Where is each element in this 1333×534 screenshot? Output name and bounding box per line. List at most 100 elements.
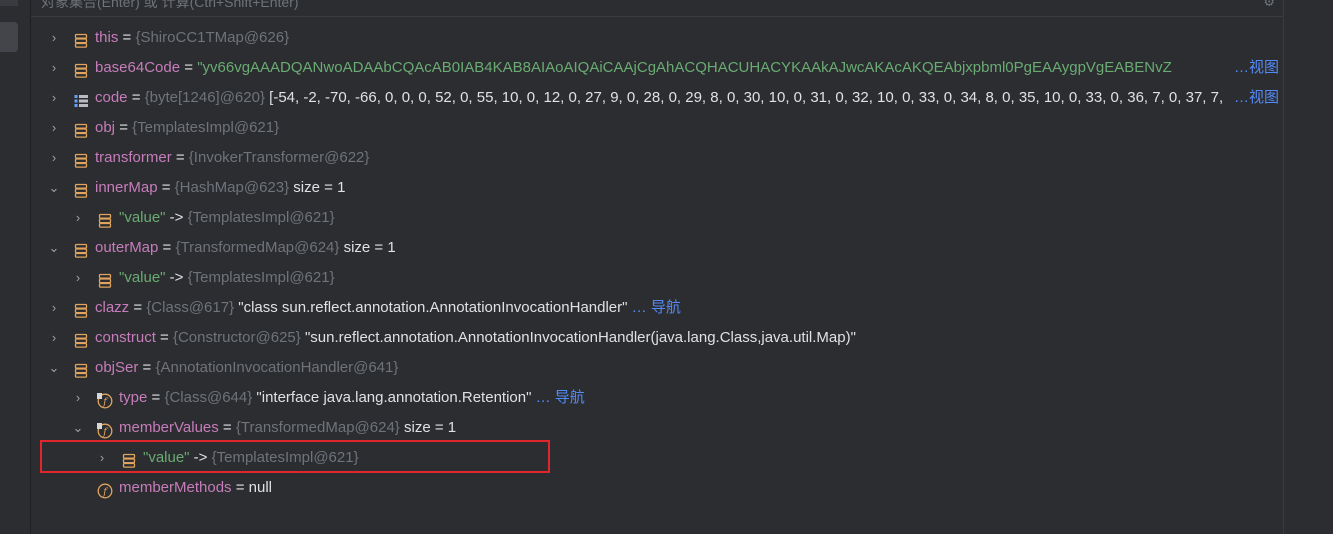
expand-arrow-icon[interactable]: › (47, 53, 61, 83)
evaluate-bar[interactable]: 对象集合(Enter) 或 计算(Ctrl+Shift+Enter) ⚙ (31, 0, 1283, 17)
tree-row[interactable]: › obj = {TemplatesImpl@621} (31, 113, 1283, 143)
svg-text:f: f (102, 427, 109, 438)
object-reference: {Constructor@625} (172, 329, 301, 346)
tree-row[interactable]: ⌄ outerMap = {TransformedMap@624} size = … (31, 233, 1283, 263)
svg-text:f: f (102, 487, 109, 498)
row-text: construct = {Constructor@625} "sun.refle… (95, 323, 856, 353)
object-reference: {byte[1246]@620} (144, 89, 265, 106)
operator: = (118, 29, 136, 46)
right-pane (1283, 0, 1333, 534)
object-reference: {TemplatesImpl@621} (211, 449, 359, 466)
var-name: type (119, 389, 148, 406)
view-link[interactable]: … 导航 (627, 299, 681, 316)
collapse-arrow-icon[interactable]: ⌄ (47, 173, 61, 203)
row-text: code = {byte[1246]@620} [-54, -2, -70, -… (95, 83, 1223, 113)
operator: = (171, 149, 189, 166)
left-strip-corner (0, 0, 18, 6)
size-label: size = 1 (399, 419, 457, 436)
operator: = (147, 389, 165, 406)
tree-row[interactable]: › clazz = {Class@617} "class sun.reflect.… (31, 293, 1283, 323)
row-text: type = {Class@644} "interface java.lang.… (119, 383, 585, 413)
field-icon (73, 150, 89, 168)
view-link[interactable]: …视图 (1231, 53, 1279, 83)
tree-row[interactable]: › "value" -> {TemplatesImpl@621} (31, 263, 1283, 293)
tree-row[interactable]: › base64Code = "yv66vgAAADQANwoADAAbCQAcA… (31, 53, 1283, 83)
size-label: size = 1 (339, 239, 396, 256)
expand-arrow-icon[interactable]: › (47, 83, 61, 113)
var-name: "value" (119, 209, 166, 226)
row-text: objSer = {AnnotationInvocationHandler@64… (95, 353, 398, 383)
expand-arrow-icon[interactable]: › (47, 293, 61, 323)
operator: = (231, 479, 249, 496)
operator: = (158, 239, 176, 256)
expand-arrow-icon[interactable]: › (71, 263, 85, 293)
operator: = (138, 359, 156, 376)
operator: = (218, 419, 236, 436)
final-field-icon: f (97, 420, 113, 439)
tree-row[interactable]: › f type = {Class@644} "interface java.lan… (31, 383, 1283, 413)
tree-row[interactable]: ⌄ objSer = {AnnotationInvocationHandler@6… (31, 353, 1283, 383)
tree-row[interactable]: › "value" -> {TemplatesImpl@621} (31, 443, 1283, 473)
var-name: base64Code (95, 59, 181, 76)
var-name: transformer (95, 149, 172, 166)
object-reference: {TemplatesImpl@621} (187, 209, 335, 226)
tree-row[interactable]: › code = {byte[1246]@620} [-54, -2, -70, … (31, 83, 1283, 113)
tree-row[interactable]: › this = {ShiroCC1TMap@626} (31, 23, 1283, 53)
row-text: "value" -> {TemplatesImpl@621} (119, 263, 335, 293)
expand-arrow-icon[interactable]: › (95, 443, 109, 473)
field-icon (73, 30, 89, 48)
left-tool-strip (0, 0, 31, 534)
expand-arrow-icon[interactable]: › (71, 203, 85, 233)
var-name: obj (95, 119, 116, 136)
expand-arrow-icon[interactable]: › (47, 143, 61, 173)
var-name: memberValues (119, 419, 219, 436)
expand-arrow-icon[interactable]: › (47, 23, 61, 53)
row-text: transformer = {InvokerTransformer@622} (95, 143, 369, 173)
left-strip-tab[interactable] (0, 22, 18, 52)
row-text: this = {ShiroCC1TMap@626} (95, 23, 289, 53)
evaluate-placeholder: 对象集合(Enter) 或 计算(Ctrl+Shift+Enter) (41, 0, 299, 10)
var-value: null (248, 479, 273, 496)
collapse-arrow-icon[interactable]: ⌄ (47, 353, 61, 383)
operator: -> (165, 209, 188, 226)
var-name: objSer (95, 359, 139, 376)
var-name: memberMethods (119, 479, 232, 496)
view-link[interactable]: … 导航 (531, 389, 585, 406)
operator: = (127, 89, 145, 106)
var-value: "sun.reflect.annotation.AnnotationInvoca… (300, 329, 856, 346)
row-text: innerMap = {HashMap@623} size = 1 (95, 173, 345, 203)
view-link[interactable]: …视图 (1231, 83, 1279, 113)
field-icon (73, 120, 89, 138)
var-name: code (95, 89, 128, 106)
operator: = (115, 119, 133, 136)
var-value: [-54, -2, -70, -66, 0, 0, 0, 52, 0, 55, … (264, 89, 1223, 106)
collapse-arrow-icon[interactable]: ⌄ (71, 413, 85, 443)
field-icon (73, 240, 89, 258)
tree-row[interactable]: › "value" -> {TemplatesImpl@621} (31, 203, 1283, 233)
array-field-icon (73, 90, 89, 107)
tree-row[interactable]: › transformer = {InvokerTransformer@622} (31, 143, 1283, 173)
settings-icon[interactable]: ⚙ (1263, 0, 1275, 10)
var-name: "value" (143, 449, 190, 466)
field-icon (97, 210, 113, 228)
collapse-arrow-icon[interactable]: ⌄ (47, 233, 61, 263)
field-icon (73, 300, 89, 318)
object-reference: {TemplatesImpl@621} (187, 269, 335, 286)
var-name: clazz (95, 299, 130, 316)
var-value: "class sun.reflect.annotation.Annotation… (234, 299, 628, 316)
var-name: outerMap (95, 239, 159, 256)
row-text: "value" -> {TemplatesImpl@621} (143, 443, 359, 473)
tree-row[interactable]: f memberMethods = null (31, 473, 1283, 503)
expand-arrow-icon[interactable]: › (47, 323, 61, 353)
expand-arrow-icon[interactable]: › (47, 113, 61, 143)
tree-row[interactable]: › construct = {Constructor@625} "sun.refl… (31, 323, 1283, 353)
field-icon (73, 180, 89, 198)
field-icon (121, 450, 137, 468)
row-text: memberValues = {TransformedMap@624} size… (119, 413, 456, 443)
object-reference: {TemplatesImpl@621} (132, 119, 280, 136)
var-name: this (95, 29, 119, 46)
expand-arrow-icon[interactable]: › (71, 383, 85, 413)
tree-row[interactable]: ⌄ innerMap = {HashMap@623} size = 1 (31, 173, 1283, 203)
field-icon (97, 270, 113, 288)
tree-row[interactable]: ⌄ f memberValues = {TransformedMap@624} si… (31, 413, 1283, 443)
